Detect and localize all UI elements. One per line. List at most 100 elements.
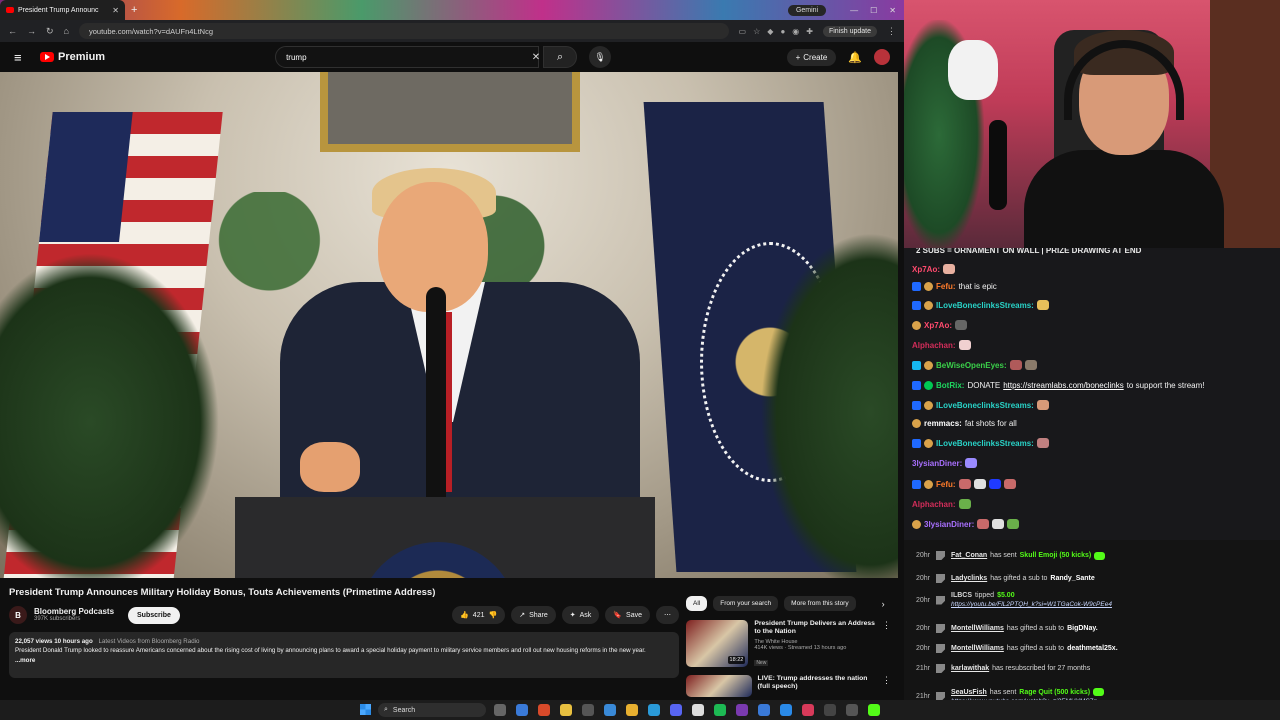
file-explorer-icon[interactable] bbox=[626, 704, 638, 716]
spotify-icon[interactable] bbox=[714, 704, 726, 716]
back-icon[interactable]: ← bbox=[8, 26, 17, 36]
youtube-logo[interactable]: Premium bbox=[40, 51, 105, 63]
more-vertical-icon[interactable]: ⋮ bbox=[882, 675, 891, 697]
close-window-icon[interactable]: ✕ bbox=[889, 6, 896, 15]
event-username[interactable]: Fat_Conan bbox=[951, 552, 987, 559]
event-username[interactable]: SeaUsFish bbox=[951, 689, 987, 696]
cast-icon[interactable]: ▭ bbox=[739, 27, 747, 36]
search-input[interactable]: trump ✕ bbox=[275, 46, 540, 68]
bookmark-star-icon[interactable]: ☆ bbox=[753, 27, 760, 36]
app-icon[interactable] bbox=[846, 704, 858, 716]
channel-name[interactable]: Bloomberg Podcasts bbox=[34, 607, 114, 616]
event-username[interactable]: MontellWilliams bbox=[951, 625, 1004, 632]
chat-username[interactable]: Fefu: bbox=[936, 480, 956, 489]
discord-icon[interactable] bbox=[670, 704, 682, 716]
thumbs-down-icon[interactable]: 👎 bbox=[488, 611, 497, 619]
event-username[interactable]: ILBCS bbox=[951, 592, 972, 599]
app-icon[interactable] bbox=[736, 704, 748, 716]
latest-videos-link[interactable]: Latest Videos from Bloomberg Radio bbox=[98, 638, 199, 645]
event-target[interactable]: Randy_Sante bbox=[1050, 575, 1094, 582]
menu-kebab-icon[interactable]: ⋮ bbox=[887, 26, 896, 37]
windows-start-icon[interactable] bbox=[360, 704, 371, 715]
chat-username[interactable]: ILoveBoneclinksStreams: bbox=[936, 301, 1034, 310]
channel-avatar[interactable]: B bbox=[9, 606, 27, 624]
chat-username[interactable]: Xp7Ao: bbox=[924, 321, 952, 330]
chat-link[interactable]: https://streamlabs.com/boneclinks bbox=[1003, 381, 1124, 390]
telegram-icon[interactable] bbox=[648, 704, 660, 716]
notifications-bell-icon[interactable]: 🔔 bbox=[848, 51, 862, 64]
search-button[interactable]: ⌕ bbox=[543, 46, 578, 68]
subscribe-button[interactable]: Subscribe bbox=[128, 606, 180, 624]
more-actions-button[interactable]: ⋯ bbox=[656, 606, 679, 624]
finish-update-button[interactable]: Finish update bbox=[822, 25, 877, 37]
event-username[interactable]: karlawithak bbox=[951, 665, 989, 672]
puzzle-icon[interactable]: ✚ bbox=[806, 27, 813, 36]
minimize-icon[interactable]: — bbox=[850, 6, 858, 15]
chat-username[interactable]: BeWiseOpenEyes: bbox=[936, 361, 1007, 370]
browser-tab[interactable]: President Trump Announc ✕ bbox=[0, 0, 125, 20]
voice-search-button[interactable]: 🎙 bbox=[589, 46, 612, 68]
chat-username[interactable]: Alphachan: bbox=[912, 341, 956, 350]
chip-all[interactable]: All bbox=[686, 596, 708, 611]
event-link[interactable]: https://youtu.be/FlL2PTQH_k?si=W1TGaCok-… bbox=[951, 601, 1112, 608]
chip-from-your-search[interactable]: From your search bbox=[713, 596, 779, 611]
recommended-title[interactable]: President Trump Delivers an Address to t… bbox=[754, 620, 876, 637]
clear-search-icon[interactable]: ✕ bbox=[532, 52, 540, 63]
app-icon[interactable] bbox=[780, 704, 792, 716]
app-icon[interactable] bbox=[582, 704, 594, 716]
app-icon[interactable] bbox=[824, 704, 836, 716]
video-player[interactable] bbox=[0, 72, 898, 578]
event-username[interactable]: Ladyclinks bbox=[951, 575, 987, 582]
recommended-title[interactable]: LIVE: Trump addresses the nation (full s… bbox=[758, 675, 876, 692]
obs-icon[interactable] bbox=[692, 704, 704, 716]
close-tab-icon[interactable]: ✕ bbox=[112, 6, 119, 15]
like-dislike-button[interactable]: 👍 421 👎 bbox=[452, 606, 506, 624]
hamburger-menu-icon[interactable]: ≡ bbox=[14, 50, 28, 65]
extension-icon[interactable]: ◉ bbox=[792, 27, 799, 36]
firefox-icon[interactable] bbox=[538, 704, 550, 716]
chrome-icon[interactable] bbox=[560, 704, 572, 716]
edge-icon[interactable] bbox=[516, 704, 528, 716]
create-button[interactable]: + Create bbox=[786, 48, 837, 66]
task-view-icon[interactable] bbox=[494, 704, 506, 716]
chat-username[interactable]: Alphachan: bbox=[912, 500, 956, 509]
app-icon[interactable] bbox=[802, 704, 814, 716]
gemini-button[interactable]: Gemini bbox=[787, 4, 827, 16]
video-thumbnail[interactable]: 18:22 bbox=[686, 620, 749, 667]
event-target[interactable]: BigDNay. bbox=[1067, 625, 1098, 632]
recommended-video[interactable]: LIVE: Trump addresses the nation (full s… bbox=[686, 675, 891, 697]
recommended-video[interactable]: 18:22 President Trump Delivers an Addres… bbox=[686, 620, 891, 669]
description-box[interactable]: 22,057 views 10 hours ago Latest Videos … bbox=[9, 632, 679, 678]
extension-icon[interactable]: ● bbox=[780, 27, 785, 36]
chat-username[interactable]: ILoveBoneclinksStreams: bbox=[936, 401, 1034, 410]
event-target[interactable]: deathmetal25x. bbox=[1067, 645, 1118, 652]
taskbar-search[interactable]: ⌕ Search bbox=[378, 703, 486, 717]
event-username[interactable]: MontellWilliams bbox=[951, 645, 1004, 652]
video-thumbnail[interactable] bbox=[686, 675, 752, 697]
chat-username[interactable]: 3lysianDiner: bbox=[912, 459, 962, 468]
reload-icon[interactable]: ↻ bbox=[46, 26, 54, 37]
more-vertical-icon[interactable]: ⋮ bbox=[882, 620, 891, 669]
app-icon[interactable] bbox=[758, 704, 770, 716]
show-more-link[interactable]: ...more bbox=[15, 656, 673, 665]
chat-username[interactable]: Fefu: bbox=[936, 282, 956, 291]
save-button[interactable]: 🔖 Save bbox=[605, 606, 650, 624]
forward-icon[interactable]: → bbox=[27, 26, 36, 36]
thumbs-up-icon[interactable]: 👍 bbox=[460, 611, 469, 619]
kick-icon[interactable] bbox=[868, 704, 880, 716]
maximize-icon[interactable]: ☐ bbox=[870, 6, 877, 15]
chat-username[interactable]: BotRix: bbox=[936, 381, 964, 390]
app-icon[interactable] bbox=[604, 704, 616, 716]
extension-icon[interactable]: ◆ bbox=[767, 27, 773, 36]
ask-button[interactable]: ✦ Ask bbox=[561, 606, 600, 624]
chevron-right-icon[interactable]: › bbox=[882, 599, 885, 609]
chat-username[interactable]: remmacs: bbox=[924, 419, 962, 428]
share-button[interactable]: ↗ Share bbox=[511, 606, 556, 624]
chat-username[interactable]: Xp7Ao: bbox=[912, 265, 940, 274]
new-tab-icon[interactable]: + bbox=[131, 4, 137, 16]
home-icon[interactable]: ⌂ bbox=[64, 26, 69, 36]
chat-username[interactable]: ILoveBoneclinksStreams: bbox=[936, 439, 1034, 448]
chip-more-from-this-story[interactable]: More from this story bbox=[784, 596, 856, 611]
account-avatar[interactable] bbox=[874, 49, 890, 65]
url-field[interactable]: youtube.com/watch?v=dAUFn4LtNcg bbox=[78, 23, 729, 39]
